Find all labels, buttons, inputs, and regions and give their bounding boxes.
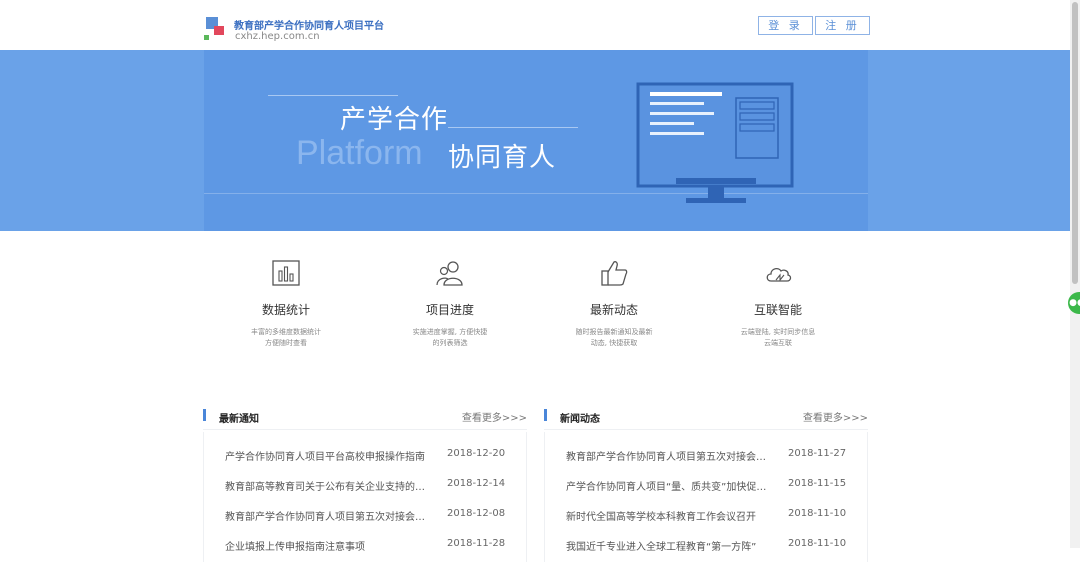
page-scrollbar[interactable] [1070,0,1080,548]
bar-chart-icon [272,260,300,286]
item-title: 企业填报上传申报指南注意事项 [225,542,365,553]
item-title: 我国近千专业进入全球工程教育“第一方阵” [566,542,757,553]
users-icon [436,261,463,286]
cloud-icon [766,267,792,282]
feature-title: 最新动态 [589,303,638,317]
divider [203,429,527,430]
banner-content: 产学合作 Platform 协同育人 [204,50,868,231]
chat-icon: ●● [1069,298,1080,308]
feature-desc: 实施进度掌握, 方便快捷 的列表筛选 [412,328,488,347]
monitor-illustration [636,82,794,203]
feature-smart-connect[interactable]: 互联智能 云端登陆, 实时同步信息 云端互联 [698,255,858,349]
thumbs-up-icon [601,261,628,286]
item-date: 2018-11-10 [788,508,847,519]
divider [544,429,868,430]
register-button[interactable]: 注 册 [815,16,870,35]
item-title: 教育部产学合作协同育人项目第五次对接会召开 [566,452,774,463]
logo-icon[interactable] [204,17,226,41]
banner-platform-text: Platform [296,134,423,172]
list-item[interactable]: 教育部产学合作协同育人项目第五次对接会召开 2018-11-27 [566,448,856,466]
site-url: cxhz.hep.com.cn [235,31,320,42]
site-header: 教育部产学合作协同育人项目平台 cxhz.hep.com.cn 登 录 注 册 [0,0,1070,50]
item-date: 2018-11-15 [788,478,847,489]
list-item[interactable]: 企业填报上传申报指南注意事项 2018-11-28 [225,538,515,556]
feature-project-progress[interactable]: 项目进度 实施进度掌握, 方便快捷 的列表筛选 [370,255,530,349]
item-title: 教育部产学合作协同育人项目第五次对接会会议 [225,512,433,523]
feature-latest-news[interactable]: 最新动态 随时报告最新通知及最新 动态, 快捷获取 [534,255,694,349]
item-date: 2018-11-10 [788,538,847,549]
list-item[interactable]: 教育部产学合作协同育人项目第五次对接会会议 2018-12-08 [225,508,515,526]
site-title[interactable]: 教育部产学合作协同育人项目平台 [234,17,384,32]
banner-decor-line [448,127,578,128]
section-title: 最新通知 [219,414,259,425]
item-date: 2018-11-28 [447,538,506,549]
hero-banner: 产学合作 Platform 协同育人 [0,50,1070,231]
section-marker [203,409,206,421]
item-date: 2018-12-08 [447,508,506,519]
item-date: 2018-11-27 [788,448,847,459]
feature-title: 互联智能 [753,303,802,317]
feature-title: 项目进度 [425,303,474,317]
list-item[interactable]: 产学合作协同育人项目平台高校申报操作指南 2018-12-20 [225,448,515,466]
section-title: 新闻动态 [560,414,600,425]
list-item[interactable]: 新时代全国高等学校本科教育工作会议召开 2018-11-10 [566,508,856,526]
banner-decor-line [268,95,398,96]
item-title: 教育部高等教育司关于公布有关企业支持的产学合作协同育人项目 [225,482,433,493]
item-date: 2018-12-14 [447,478,506,489]
feature-data-stats[interactable]: 数据统计 丰富的多维度数据统计 方便随时查看 [206,255,366,349]
more-link[interactable]: 查看更多>>> [462,409,527,424]
feature-grid: 数据统计 丰富的多维度数据统计 方便随时查看 项目进度 实施进度掌握, 方便快捷… [204,255,868,375]
feature-desc: 随时报告最新通知及最新 动态, 快捷获取 [575,328,653,347]
list-item[interactable]: 产学合作协同育人项目“量、质共变”加快促进校企合作 2018-11-15 [566,478,856,496]
item-title: 产学合作协同育人项目“量、质共变”加快促进校企合作 [566,482,774,493]
news-list: 教育部产学合作协同育人项目第五次对接会召开 2018-11-27 产学合作协同育… [544,432,868,562]
notice-list: 产学合作协同育人项目平台高校申报操作指南 2018-12-20 教育部高等教育司… [203,432,527,562]
banner-heading-2: 协同育人 [448,143,557,173]
item-title: 新时代全国高等学校本科教育工作会议召开 [566,512,756,523]
section-marker [544,409,547,421]
item-date: 2018-12-20 [447,448,506,459]
item-title: 产学合作协同育人项目平台高校申报操作指南 [225,452,425,463]
list-item[interactable]: 教育部高等教育司关于公布有关企业支持的产学合作协同育人项目 2018-12-14 [225,478,515,496]
scrollbar-thumb[interactable] [1072,2,1078,284]
more-link[interactable]: 查看更多>>> [803,409,868,424]
list-item[interactable]: 我国近千专业进入全球工程教育“第一方阵” 2018-11-10 [566,538,856,556]
feature-title: 数据统计 [261,303,310,317]
banner-heading-1: 产学合作 [340,105,449,135]
feature-desc: 丰富的多维度数据统计 方便随时查看 [251,328,321,347]
feature-desc: 云端登陆, 实时同步信息 云端互联 [740,328,816,347]
login-button[interactable]: 登 录 [758,16,813,35]
